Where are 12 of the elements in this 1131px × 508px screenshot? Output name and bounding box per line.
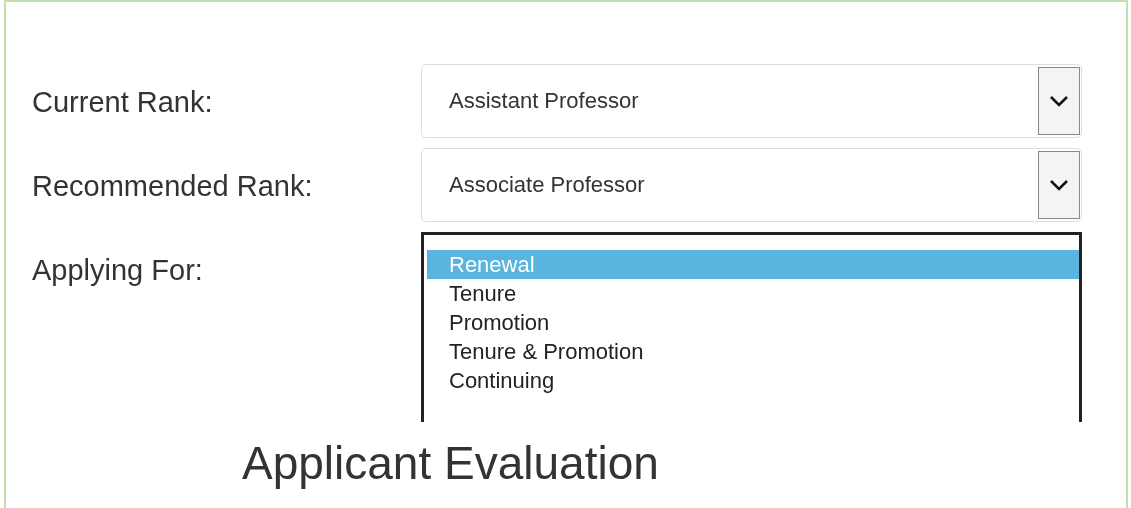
field-label: Current Rank: — [32, 85, 214, 119]
list-option[interactable]: Continuing — [427, 366, 1079, 395]
field-label: Recommended Rank: — [32, 169, 314, 203]
list-option[interactable]: Tenure — [427, 279, 1079, 308]
section-heading: Applicant Evaluation — [242, 436, 660, 490]
field-label: Applying For: — [32, 253, 204, 287]
caret-icon[interactable] — [1038, 67, 1080, 135]
rank-select[interactable]: Assistant Professor — [421, 64, 1082, 138]
caret-icon[interactable] — [1038, 151, 1080, 219]
list-option[interactable]: Tenure & Promotion — [427, 337, 1079, 366]
rank-select[interactable]: Associate Professor — [421, 148, 1082, 222]
list-option[interactable]: Promotion — [427, 308, 1079, 337]
